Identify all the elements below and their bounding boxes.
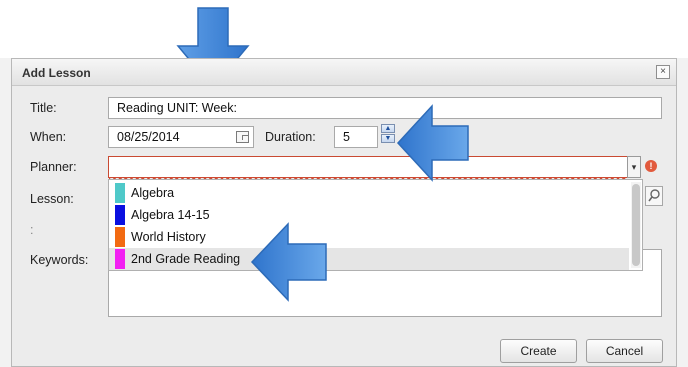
annotation-arrow-left-icon: [396, 104, 469, 182]
chevron-down-icon[interactable]: ▾: [627, 156, 641, 178]
color-swatch: [115, 227, 125, 247]
option-label: 2nd Grade Reading: [131, 252, 241, 266]
error-icon: !: [645, 160, 657, 172]
annotation-arrow-left-icon: [250, 222, 327, 302]
lesson-label: Lesson:: [30, 192, 74, 206]
dropdown-scrollbar[interactable]: [631, 182, 641, 268]
spinner-down-icon[interactable]: ▼: [381, 134, 395, 143]
planner-label: Planner:: [30, 160, 77, 174]
planner-select[interactable]: [108, 156, 628, 180]
dialog-titlebar: Add Lesson ×: [12, 59, 676, 86]
color-swatch: [115, 249, 125, 269]
date-input[interactable]: 08/25/2014: [108, 126, 254, 148]
option-label: Algebra: [131, 186, 175, 200]
search-icon[interactable]: [645, 186, 663, 206]
extra-label: :: [30, 223, 34, 237]
list-item[interactable]: Algebra: [109, 182, 629, 204]
duration-label: Duration:: [265, 130, 316, 144]
option-label: Algebra 14-15: [131, 208, 210, 222]
duration-stepper[interactable]: ▲ ▼: [381, 124, 397, 144]
planner-dropdown-list: Algebra Algebra 14-15 World History 2nd …: [108, 179, 643, 271]
calendar-icon[interactable]: [236, 131, 249, 143]
create-button[interactable]: Create: [500, 339, 577, 363]
dialog-title: Add Lesson: [22, 66, 91, 80]
list-item[interactable]: Algebra 14-15: [109, 204, 629, 226]
keywords-label: Keywords:: [30, 253, 89, 267]
when-label: When:: [30, 130, 67, 144]
background-app-right: [676, 58, 688, 367]
close-icon[interactable]: ×: [656, 65, 670, 79]
spinner-up-icon[interactable]: ▲: [381, 124, 395, 133]
cancel-button[interactable]: Cancel: [586, 339, 663, 363]
color-swatch: [115, 183, 125, 203]
scrollbar-thumb[interactable]: [632, 184, 640, 266]
title-label: Title:: [30, 101, 57, 115]
duration-input[interactable]: 5: [334, 126, 378, 148]
list-item[interactable]: World History: [109, 226, 629, 248]
option-label: World History: [131, 230, 206, 244]
list-item[interactable]: 2nd Grade Reading: [109, 248, 629, 270]
color-swatch: [115, 205, 125, 225]
title-input[interactable]: Reading UNIT: Week:: [108, 97, 662, 119]
search-glyph-icon: [648, 189, 660, 202]
